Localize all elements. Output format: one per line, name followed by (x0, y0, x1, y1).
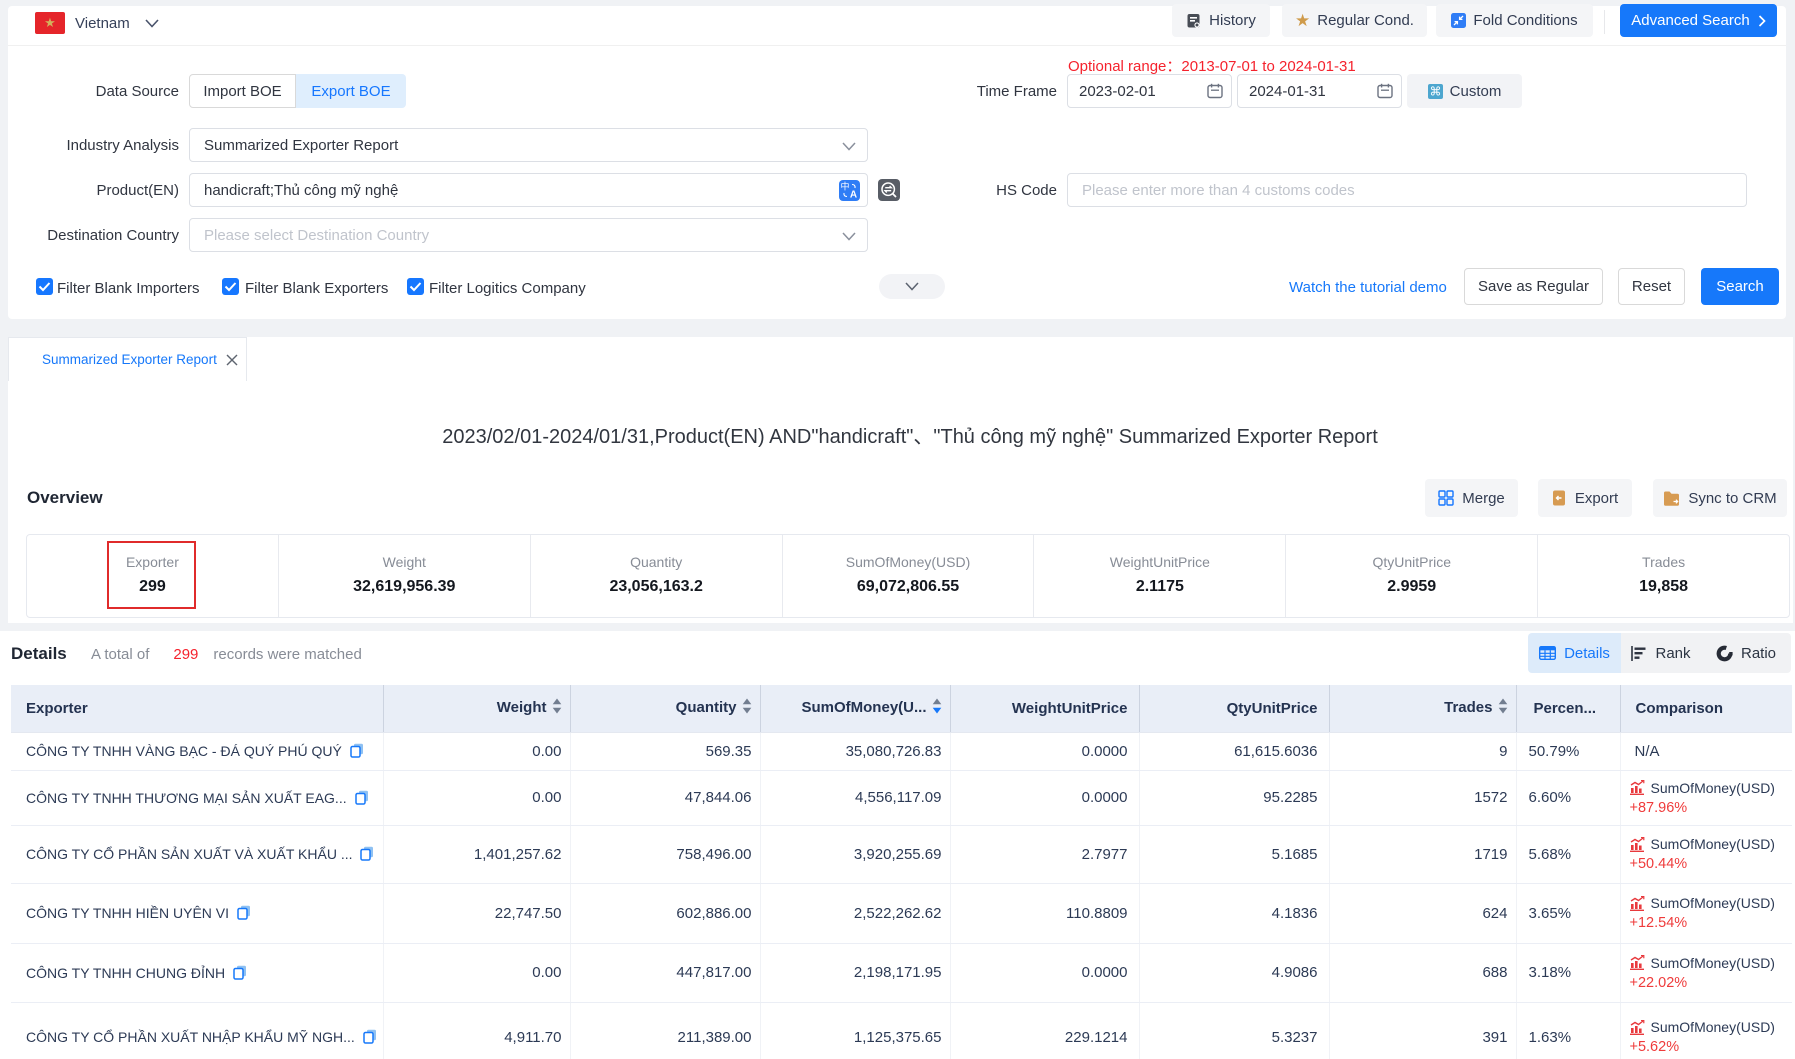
svg-text:A: A (850, 190, 857, 201)
svg-text:⌘: ⌘ (1429, 84, 1441, 98)
svg-text:中: 中 (840, 181, 849, 192)
